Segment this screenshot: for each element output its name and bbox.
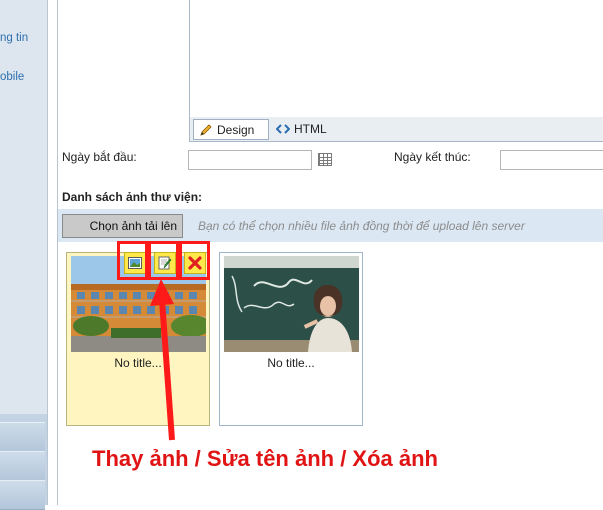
annotation-text: Thay ảnh / Sửa tên ảnh / Xóa ảnh (92, 446, 438, 471)
annotation-arrow (150, 279, 175, 441)
